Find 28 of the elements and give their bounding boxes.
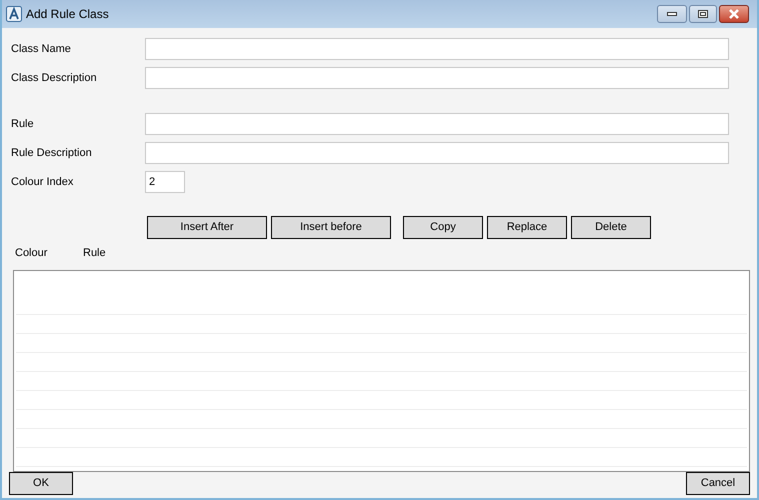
input-field[interactable] [145, 142, 729, 164]
maximize-button[interactable] [689, 5, 717, 23]
field-label: Rule [11, 116, 35, 132]
field-label: Class Name [11, 42, 72, 57]
action-button[interactable]: Insert After [147, 216, 267, 239]
ok-button[interactable]: OK [9, 472, 73, 495]
minimize-icon [667, 12, 677, 16]
minimize-button[interactable] [657, 5, 687, 23]
column-header: Rule [83, 246, 106, 258]
app-icon [6, 6, 22, 22]
cancel-button[interactable]: Cancel [686, 472, 750, 495]
close-button[interactable] [719, 5, 749, 23]
close-icon [728, 9, 740, 19]
action-button[interactable]: Copy [403, 216, 483, 239]
input-field[interactable] [145, 38, 729, 60]
maximize-icon [698, 10, 708, 18]
window-title: Add Rule Class [26, 6, 109, 23]
rule-list[interactable] [13, 270, 750, 472]
action-button[interactable]: Insert before [271, 216, 391, 239]
action-button[interactable]: Delete [571, 216, 651, 239]
input-field[interactable]: 2 [145, 171, 185, 193]
input-field[interactable] [145, 113, 729, 135]
field-label: Rule Description [11, 146, 93, 161]
field-label: Colour Index [11, 174, 74, 190]
column-header: Colour [15, 246, 48, 258]
input-field[interactable] [145, 67, 729, 89]
action-button[interactable]: Replace [487, 216, 567, 239]
field-label: Class Description [11, 70, 98, 86]
